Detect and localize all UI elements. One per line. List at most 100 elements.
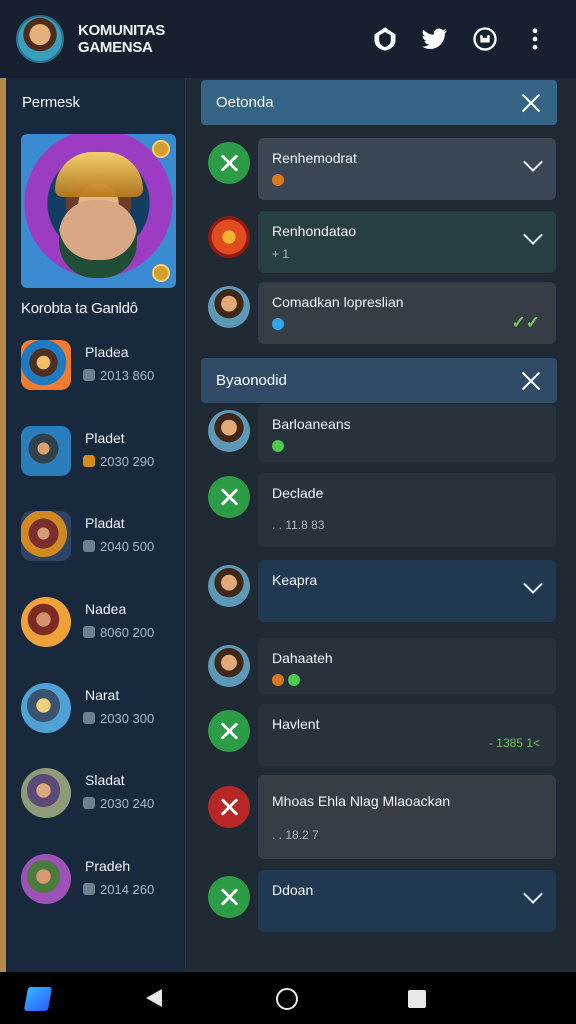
feed-item-title: Barloaneans	[272, 416, 351, 432]
player-name: Narat	[85, 687, 120, 703]
chevron-down-icon[interactable]	[523, 225, 543, 245]
feed-item-subtitle	[272, 440, 288, 454]
green-badge-icon	[272, 440, 284, 452]
panel-header-byaonodid[interactable]: Byaonodid	[201, 358, 557, 403]
fire-orb-icon	[208, 216, 250, 258]
lock-icon	[83, 540, 95, 552]
chevron-down-icon[interactable]	[523, 884, 543, 904]
player-avatar-icon	[208, 645, 250, 687]
player-item[interactable]: Sladat 2030 240	[21, 768, 181, 826]
panel-header-oetonda[interactable]: Oetonda	[201, 80, 557, 125]
featured-hero-image[interactable]	[21, 134, 176, 288]
top-bar: KOMUNITAS GAMENSA	[0, 0, 576, 78]
feed-item-subtitle	[272, 318, 288, 332]
fighter-icon	[21, 597, 71, 647]
bird-icon[interactable]	[410, 14, 460, 64]
chevron-down-icon[interactable]	[523, 152, 543, 172]
feed-item-subtitle: . . 18.2 7	[272, 828, 319, 842]
feed-item-subtitle: + 1	[272, 247, 290, 261]
player-name: Nadea	[85, 601, 127, 617]
player-name: Pladea	[85, 344, 129, 360]
crossed-swords-icon	[208, 710, 250, 752]
feed-item-subtitle: . . 11.8 83	[272, 518, 325, 532]
system-navigation-bar	[0, 972, 576, 1024]
feed-item-title: Comadkan lopreslian	[272, 294, 404, 310]
player-item[interactable]: Pladat 2040 500	[21, 511, 181, 569]
feed-item[interactable]: Ddoan	[258, 870, 556, 932]
player-item[interactable]: Pladea 2013 860	[21, 340, 181, 398]
close-icon[interactable]	[520, 370, 542, 392]
knight-icon	[21, 768, 71, 818]
feed-item-subtitle	[272, 174, 288, 188]
player-meta: 2040 500	[83, 539, 154, 554]
star-icon	[83, 455, 95, 467]
lock-icon	[83, 797, 95, 809]
gamepad-icon[interactable]	[460, 14, 510, 64]
player-name: Sladat	[85, 772, 125, 788]
player-name: Pradeh	[85, 858, 131, 874]
feed-item[interactable]: Renhondatao + 1	[258, 211, 556, 273]
player-meta: 2013 860	[83, 368, 154, 383]
feed-item[interactable]: Declade . . 11.8 83	[258, 473, 556, 547]
fire-badge-icon	[272, 174, 284, 186]
feed-item-title: Declade	[272, 485, 324, 501]
player-avatar-icon	[208, 286, 250, 328]
player-sidebar: Permesk Korobta ta Ganldô Pladea 2013 86…	[0, 78, 186, 972]
player-item[interactable]: Pradeh 2014 260	[21, 854, 181, 912]
green-badge-icon	[288, 674, 300, 686]
feed-item[interactable]: Mhoas Ehla Nlag Mlaoackan . . 18.2 7	[258, 775, 556, 859]
feed-item-title: Keapra	[272, 572, 318, 588]
crossed-swords-icon	[208, 142, 250, 184]
feed-item[interactable]: Dahaateh	[258, 638, 556, 694]
lock-icon	[83, 626, 95, 638]
feed-item[interactable]: Renhemodrat	[258, 138, 556, 200]
feed-item-title: Ddoan	[272, 882, 314, 898]
player-meta: 8060 200	[83, 625, 154, 640]
player-meta: 2030 240	[83, 796, 154, 811]
recent-apps-icon[interactable]	[408, 990, 426, 1008]
player-name: Pladet	[85, 430, 125, 446]
player-meta: 2030 300	[83, 711, 154, 726]
app-title: KOMUNITAS GAMENSA	[78, 22, 165, 56]
back-icon[interactable]	[146, 989, 162, 1007]
player-meta: 2030 290	[83, 454, 154, 469]
shield-home-icon[interactable]	[360, 14, 410, 64]
community-logo	[16, 15, 64, 63]
lock-icon	[83, 712, 95, 724]
panel-title: Oetonda	[216, 94, 274, 111]
warrior-icon	[21, 426, 71, 476]
feed-item[interactable]: Keapra	[258, 560, 556, 622]
player-avatar-icon	[208, 410, 250, 452]
feed-item-title: Renhemodrat	[272, 150, 357, 166]
home-icon[interactable]	[276, 988, 298, 1010]
more-vertical-icon[interactable]	[510, 14, 560, 64]
sniper-avatar-icon	[208, 565, 250, 607]
player-item[interactable]: Nadea 8060 200	[21, 597, 181, 655]
chevron-down-icon[interactable]	[523, 574, 543, 594]
app-icon[interactable]	[23, 987, 53, 1011]
fire-badge-icon	[272, 674, 284, 686]
feed-item[interactable]: Comadkan lopreslian ✓✓	[258, 282, 556, 344]
archer-icon	[21, 511, 71, 561]
feed-item-subtitle	[272, 674, 304, 688]
player-item[interactable]: Pladet 2030 290	[21, 426, 181, 484]
panel-title: Byaonodid	[216, 372, 287, 389]
player-item[interactable]: Narat 2030 300	[21, 683, 181, 741]
feed-item-title: Mhoas Ehla Nlag Mlaoackan	[272, 793, 451, 809]
crossed-swords-icon	[208, 476, 250, 518]
sidebar-heading: Permesk	[22, 94, 80, 111]
gold-badge-icon	[152, 264, 170, 282]
hero-icon	[21, 340, 71, 390]
app-title-line-1: KOMUNITAS	[78, 22, 166, 39]
ranger-icon	[21, 683, 71, 733]
close-icon[interactable]	[520, 92, 542, 114]
lock-icon	[83, 369, 95, 381]
feed-item[interactable]: Barloaneans	[258, 404, 556, 462]
top-actions	[360, 14, 560, 64]
community-feed: Oetonda Renhemodrat Renhondatao + 1 Coma…	[186, 78, 576, 972]
feed-item-title: Renhondatao	[272, 223, 357, 239]
mage-icon	[21, 854, 71, 904]
crossed-swords-icon	[208, 876, 250, 918]
feed-item[interactable]: Havlent - 1385 1<	[258, 704, 556, 766]
gold-badge-icon	[152, 140, 170, 158]
